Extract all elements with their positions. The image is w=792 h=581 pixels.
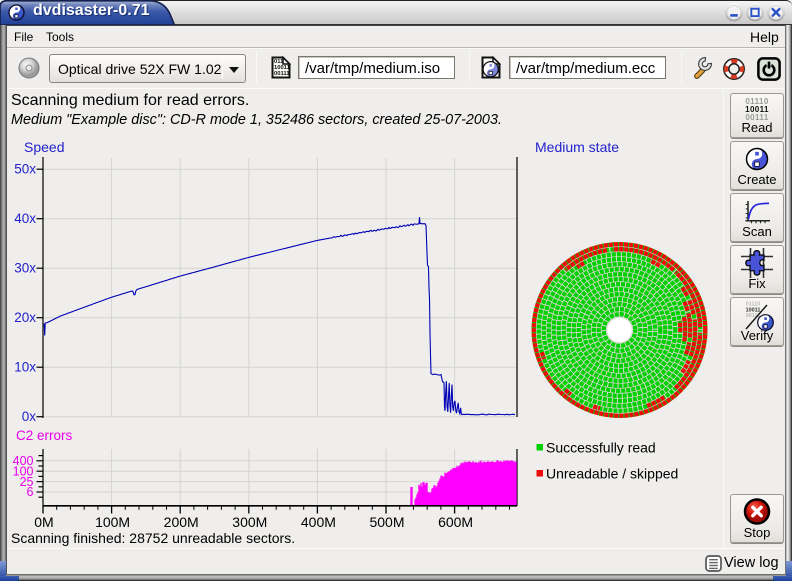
svg-text:300M: 300M: [232, 514, 267, 530]
svg-text:600M: 600M: [438, 514, 473, 530]
svg-text:0M: 0M: [34, 514, 53, 530]
svg-text:10x: 10x: [14, 360, 36, 375]
svg-text:6: 6: [27, 485, 34, 499]
svg-text:Speed: Speed: [24, 139, 64, 155]
svg-text:100M: 100M: [95, 514, 130, 530]
svg-text:40x: 40x: [14, 211, 36, 226]
svg-text:C2 errors: C2 errors: [16, 428, 73, 443]
svg-text:30x: 30x: [14, 261, 36, 276]
svg-text:50x: 50x: [14, 162, 36, 177]
svg-text:Unreadable / skipped: Unreadable / skipped: [546, 466, 678, 482]
svg-text:20x: 20x: [14, 310, 36, 325]
svg-text:200M: 200M: [164, 514, 199, 530]
svg-text:Medium state: Medium state: [535, 139, 619, 155]
svg-text:500M: 500M: [369, 514, 404, 530]
svg-text:400M: 400M: [301, 514, 336, 530]
svg-text:0x: 0x: [22, 409, 37, 424]
svg-text:Successfully read: Successfully read: [546, 440, 656, 456]
